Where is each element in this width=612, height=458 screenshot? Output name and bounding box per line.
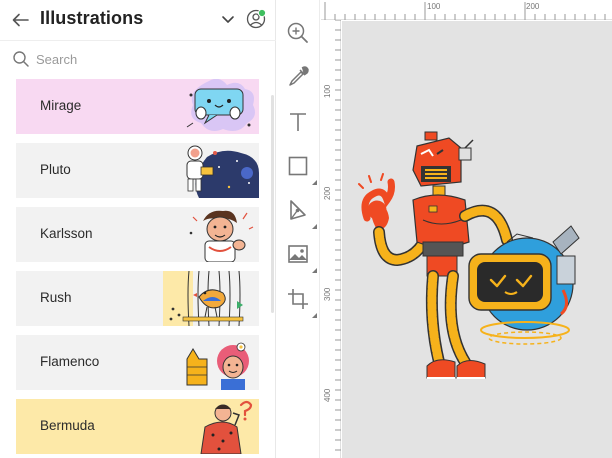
mirage-thumbnail-image — [186, 79, 255, 131]
tool-sidebar — [277, 0, 320, 458]
submenu-indicator — [312, 268, 317, 273]
vertical-ruler: 100 200 300 400 — [321, 19, 341, 458]
horizontal-ruler-ticks — [324, 2, 606, 20]
flamenco-thumbnail-image — [186, 342, 249, 390]
submenu-indicator — [312, 224, 317, 229]
account-button[interactable] — [246, 8, 268, 30]
illustration-card-flamenco[interactable]: Flamenco — [16, 335, 259, 390]
color-picker-tool-button[interactable] — [285, 64, 311, 90]
search-icon — [13, 51, 29, 67]
card-label: Karlsson — [40, 226, 93, 241]
card-label: Bermuda — [40, 418, 95, 433]
robot-head-shape — [412, 131, 474, 187]
robot-body-shape — [412, 185, 470, 277]
illustrations-panel: Illustrations Search Mirage Pluto Karlss… — [0, 0, 276, 458]
card-label: Flamenco — [40, 354, 100, 369]
search-input[interactable] — [36, 48, 256, 70]
horizontal-ruler: 100 200 — [321, 0, 612, 20]
eyedropper-icon — [289, 66, 309, 86]
rectangle-tool-button[interactable] — [285, 153, 317, 185]
ruler-label: 400 — [323, 388, 332, 402]
crop-tool-button[interactable] — [285, 286, 317, 318]
ruler-label: 100 — [427, 2, 441, 11]
header-divider — [0, 40, 276, 41]
vector-pen-icon — [290, 200, 306, 220]
image-icon — [288, 245, 308, 263]
bermuda-thumbnail-image — [200, 400, 253, 454]
user-icon — [246, 8, 267, 29]
ruler-label: 100 — [323, 84, 332, 98]
back-button[interactable] — [10, 9, 32, 31]
zoom-in-icon — [287, 22, 308, 43]
search-bar — [0, 44, 276, 74]
submenu-indicator — [312, 313, 317, 318]
rush-thumbnail-image — [163, 271, 244, 326]
ok-hand-shape — [358, 173, 395, 230]
arrow-left-icon — [12, 13, 29, 27]
card-label: Rush — [40, 290, 72, 305]
card-label: Mirage — [40, 98, 82, 113]
text-icon — [290, 113, 306, 131]
illustration-card-pluto[interactable]: Pluto — [16, 143, 259, 198]
illustration-card-mirage[interactable]: Mirage — [16, 79, 259, 134]
rectangle-icon — [288, 156, 308, 176]
blue-robot-shape — [468, 225, 580, 345]
zoom-tool-button[interactable] — [285, 20, 311, 46]
illustration-card-rush[interactable]: Rush — [16, 271, 259, 326]
karlsson-thumbnail-image — [189, 210, 254, 262]
illustration-card-bermuda[interactable]: Bermuda — [16, 399, 259, 454]
ruler-label: 200 — [526, 2, 540, 11]
image-tool-button[interactable] — [285, 241, 317, 273]
vector-pen-tool-button[interactable] — [285, 197, 317, 229]
robot-illustration-image[interactable] — [357, 130, 593, 388]
ruler-label: 200 — [323, 186, 332, 200]
panel-title: Illustrations — [40, 8, 144, 28]
right-arm-shape — [459, 204, 513, 246]
panel-header: Illustrations — [0, 0, 276, 40]
text-tool-button[interactable] — [285, 109, 311, 135]
ruler-label: 300 — [323, 287, 332, 301]
card-label: Pluto — [40, 162, 71, 177]
illustration-card-karlsson[interactable]: Karlsson — [16, 207, 259, 262]
chevron-down-icon — [222, 16, 234, 23]
panel-scrollbar[interactable] — [271, 95, 274, 313]
pluto-thumbnail-image — [186, 145, 259, 198]
crop-icon — [288, 289, 308, 309]
submenu-indicator — [312, 180, 317, 185]
collection-dropdown-button[interactable] — [219, 10, 237, 28]
